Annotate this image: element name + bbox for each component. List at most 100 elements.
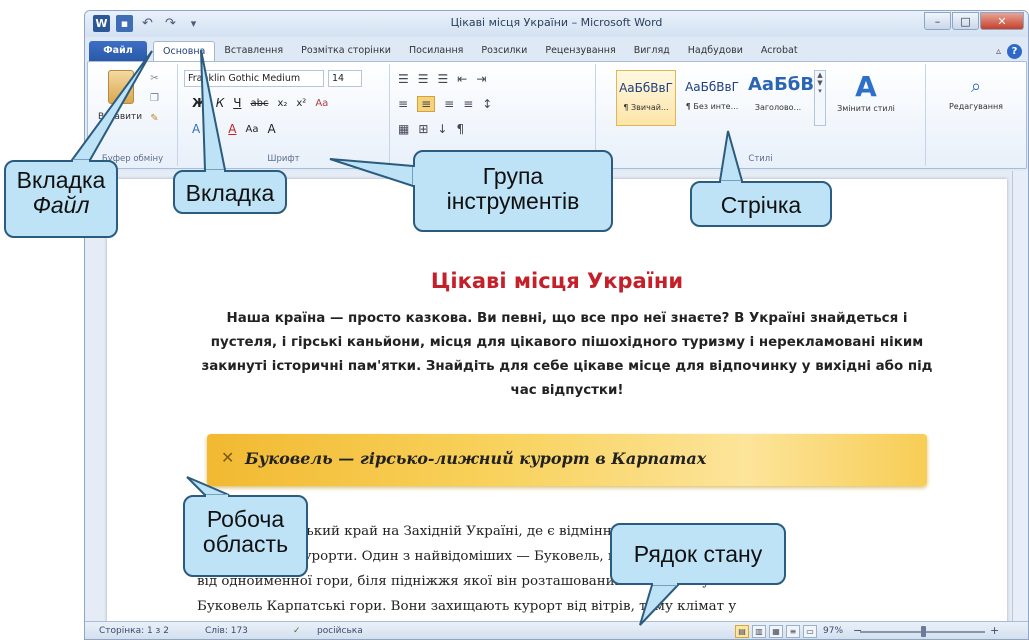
- full-screen-reading-icon[interactable]: ▥: [752, 625, 766, 638]
- body-line: Карпати — гірський край на Західній Укра…: [197, 524, 616, 539]
- style-no-spacing-name: ¶ Без инте...: [685, 102, 739, 111]
- superscript-button[interactable]: x²: [296, 98, 306, 109]
- style-normal-name: ¶ Звичай...: [623, 103, 669, 112]
- draft-icon[interactable]: ▭: [803, 625, 817, 638]
- view-buttons: ▤ ▥ ▦ ≡ ▭: [735, 625, 817, 638]
- callout-workspace-line2: область: [202, 531, 289, 558]
- document-title: Цікаві місця України: [430, 269, 684, 293]
- style-no-spacing-sample: АаБбВвГ: [685, 80, 739, 94]
- show-marks-button[interactable]: ¶: [456, 122, 464, 136]
- callout-file-line1: Вкладка: [16, 167, 106, 193]
- callout-file-tab: Вкладка Файл: [4, 50, 153, 238]
- callout-group-line2: інструментів: [446, 188, 580, 215]
- callout-group-line1: Група: [482, 163, 544, 189]
- minimize-ribbon-icon[interactable]: ▵: [996, 46, 1001, 57]
- zoom-in-icon[interactable]: +: [990, 624, 999, 637]
- change-case-button[interactable]: Aa: [246, 124, 259, 135]
- subscript-button[interactable]: x₂: [277, 98, 287, 109]
- callout-file-pointer: [70, 50, 153, 163]
- editing-label: Редагування: [948, 102, 1003, 111]
- styles-group: АаБбВвГ ¶ Звичай... АаБбВвГ ¶ Без инте..…: [596, 64, 926, 166]
- zoom-slider-thumb[interactable]: [920, 626, 926, 637]
- banner-mark-icon: ✕: [221, 448, 235, 467]
- font-size-dropdown[interactable]: 14: [328, 70, 362, 87]
- shading-button[interactable]: ▦: [398, 122, 409, 136]
- line-spacing-button[interactable]: ↕: [482, 97, 492, 111]
- close-button[interactable]: ✕: [980, 12, 1024, 30]
- align-center-button[interactable]: ≡: [417, 96, 436, 112]
- tab-addins[interactable]: Надбудови: [679, 41, 752, 61]
- style-heading[interactable]: АаБбВ Заголово...: [748, 70, 814, 126]
- change-styles-label: Змінити стилі: [837, 104, 895, 113]
- document-intro: Наша країна — просто казкова. Ви певні, …: [201, 311, 933, 398]
- tab-view[interactable]: Вигляд: [625, 41, 679, 61]
- italic-button[interactable]: К: [216, 96, 225, 110]
- status-bar: Сторінка: 1 з 2 Слів: 173 ✓ російська ▤ …: [85, 621, 1028, 639]
- maximize-button[interactable]: □: [952, 12, 979, 30]
- tab-acrobat[interactable]: Acrobat: [752, 41, 807, 61]
- bullets-button[interactable]: ☰: [398, 72, 409, 86]
- tab-references[interactable]: Посилання: [400, 41, 472, 61]
- status-page-count[interactable]: Сторінка: 1 з 2: [99, 626, 169, 636]
- status-word-count[interactable]: Слів: 173: [205, 626, 248, 636]
- styles-scroll[interactable]: ▲ ▼ ▾: [814, 70, 826, 126]
- callout-tab-pointer: [200, 49, 227, 173]
- help-icon[interactable]: ?: [1007, 43, 1022, 59]
- increase-indent-button[interactable]: ⇥: [476, 72, 486, 86]
- callout-ribbon-label: Стрічка: [720, 192, 802, 218]
- style-normal[interactable]: АаБбВвГ ¶ Звичай...: [616, 70, 676, 126]
- tab-page-layout[interactable]: Розмітка сторінки: [292, 41, 400, 61]
- body-line: гірськолижні курорти. Один з найвідоміши…: [197, 549, 775, 564]
- clear-format-button[interactable]: Aa: [315, 98, 328, 109]
- tab-file[interactable]: Файл: [89, 41, 147, 61]
- strikethrough-button[interactable]: abc: [250, 98, 268, 109]
- change-styles-button[interactable]: A Змінити стилі: [836, 70, 896, 113]
- status-language[interactable]: російська: [317, 626, 363, 636]
- callout-status-label: Рядок стану: [633, 541, 763, 567]
- proofing-icon[interactable]: ✓: [293, 626, 301, 636]
- text-effects-button[interactable]: A: [192, 122, 200, 136]
- decrease-indent-button[interactable]: ⇤: [457, 72, 467, 86]
- paragraph-row-1: ☰ ☰ ☰ ⇤ ⇥: [398, 72, 486, 86]
- numbering-button[interactable]: ☰: [418, 72, 429, 86]
- multilevel-list-button[interactable]: ☰: [438, 72, 449, 86]
- callout-workspace: Робоча область: [183, 476, 308, 577]
- align-left-button[interactable]: ≡: [398, 97, 408, 111]
- copy-icon[interactable]: ❐: [148, 92, 161, 105]
- tab-review[interactable]: Рецензування: [536, 41, 624, 61]
- paragraph-row-2: ≡ ≡ ≡ ≡ ↕: [398, 96, 492, 112]
- font-color-button[interactable]: A: [228, 122, 236, 136]
- cut-icon[interactable]: ✂: [148, 72, 161, 85]
- format-painter-icon[interactable]: ✎: [148, 112, 161, 125]
- outline-icon[interactable]: ≡: [786, 625, 800, 638]
- tab-insert[interactable]: Вставлення: [215, 41, 292, 61]
- callout-group-pointer: [329, 158, 416, 188]
- sort-button[interactable]: ↓: [437, 122, 447, 136]
- editing-button[interactable]: ⌕ Редагування: [938, 72, 1014, 111]
- align-right-button[interactable]: ≡: [444, 97, 454, 111]
- grow-font-button[interactable]: A: [267, 122, 275, 136]
- binoculars-icon: ⌕: [970, 76, 982, 97]
- callout-workspace-pointer: [186, 476, 230, 498]
- window-title: Цікаві місця України – Microsoft Word: [450, 16, 663, 29]
- zoom-level[interactable]: 97%: [823, 626, 843, 636]
- minimize-button[interactable]: –: [924, 12, 951, 30]
- style-normal-sample: АаБбВвГ: [619, 81, 673, 95]
- underline-button[interactable]: Ч: [233, 96, 241, 110]
- justify-button[interactable]: ≡: [463, 97, 473, 111]
- callout-workspace-line1: Робоча: [206, 506, 285, 532]
- print-layout-icon[interactable]: ▤: [735, 625, 749, 638]
- callout-file-line2: Файл: [32, 192, 90, 219]
- callout-tab: Вкладка: [173, 49, 287, 214]
- editing-group: ⌕ Редагування: [926, 64, 1026, 166]
- borders-button[interactable]: ⊞: [418, 122, 428, 136]
- tab-home[interactable]: Основна: [153, 41, 216, 61]
- body-line: від однойменної гори, біля підніжжя якої…: [197, 574, 746, 589]
- callout-tab-label: Вкладка: [185, 180, 275, 206]
- style-no-spacing[interactable]: АаБбВвГ ¶ Без инте...: [682, 70, 742, 126]
- callout-ribbon: Стрічка: [690, 130, 832, 227]
- callout-ribbon-pointer: [718, 130, 744, 184]
- tab-mailings[interactable]: Розсилки: [472, 41, 536, 61]
- banner-heading: Буковель — гірсько-лижний курорт в Карпа…: [245, 449, 707, 468]
- web-layout-icon[interactable]: ▦: [769, 625, 783, 638]
